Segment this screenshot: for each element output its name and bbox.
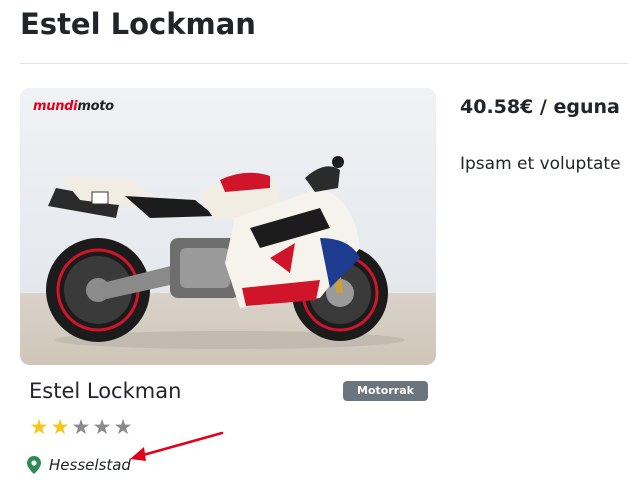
listing-description: Ipsam et voluptate (460, 154, 621, 174)
motorcycle-image (20, 88, 436, 365)
star-icon: ★ (92, 415, 112, 439)
page-title: Estel Lockman (20, 7, 256, 41)
location: Hesselstad (27, 454, 131, 476)
brand-logo-part1: mundi (33, 99, 78, 114)
brand-logo-part2: moto (77, 99, 114, 114)
header-divider (20, 63, 628, 64)
location-label: Hesselstad (49, 456, 131, 474)
price: 40.58€ / eguna (460, 96, 620, 118)
brand-logo: mundimoto (33, 99, 114, 114)
arrow-icon (130, 431, 224, 461)
star-icon: ★ (29, 415, 49, 439)
listing-title[interactable]: Estel Lockman (29, 377, 181, 405)
star-icon: ★ (71, 415, 91, 439)
rating-stars: ★ ★ ★ ★ ★ (29, 416, 133, 440)
category-badge: Motorrak (343, 381, 428, 401)
map-pin-icon (27, 456, 41, 474)
listing-photo[interactable]: mundimoto (20, 88, 436, 365)
star-icon: ★ (50, 415, 70, 439)
